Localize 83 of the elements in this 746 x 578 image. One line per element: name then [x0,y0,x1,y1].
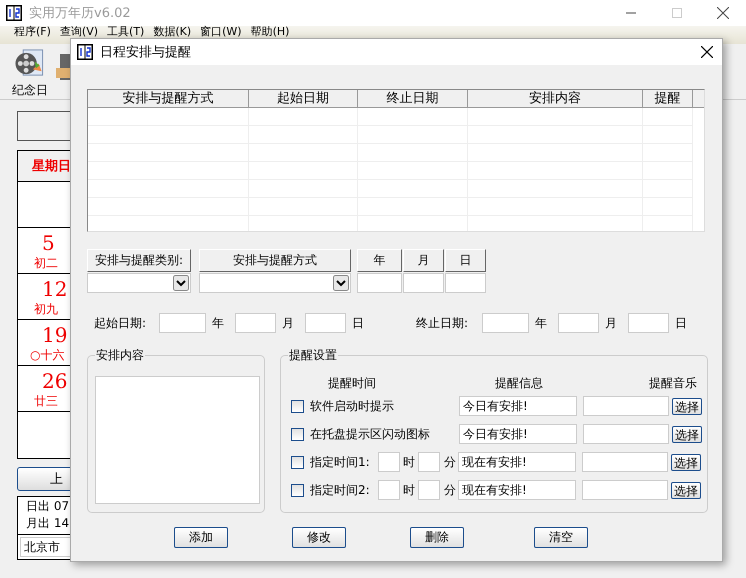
method-dropdown[interactable] [199,273,351,293]
date-field[interactable] [558,313,599,333]
date-field[interactable] [235,313,276,333]
music-field[interactable] [583,396,669,416]
column-header[interactable]: 终止日期 [358,90,468,108]
minute-field[interactable] [418,480,440,500]
hour-field[interactable] [378,480,400,500]
option-label: 在托盘提示区闪动图标 [310,426,431,442]
menu-item[interactable]: 程序(F) [14,26,51,44]
column-header[interactable]: 提醒 [643,90,693,108]
unit-label: 日 [675,314,687,332]
unit-label: 年 [212,314,224,332]
date-field[interactable] [445,273,486,293]
date-field[interactable] [482,313,529,333]
column-header: 提醒信息 [494,374,544,392]
close-icon [717,7,729,19]
minute-field[interactable] [418,452,440,472]
table-cell [643,108,693,126]
choose-button[interactable]: 选择 [672,426,702,442]
weekday-header: 星期日 [18,151,70,182]
unit-label: 月 [282,314,294,332]
hour-field[interactable] [378,452,400,472]
date-field[interactable] [403,273,444,293]
column-header: 提醒时间 [327,374,377,392]
option-label: 指定时间1: [310,454,371,470]
group-title: 提醒设置 [288,347,338,363]
date-label: 终止日期: [416,314,470,332]
maximize-icon [672,8,682,18]
music-field[interactable] [582,452,668,472]
content-field[interactable] [95,376,260,504]
method-button[interactable]: 安排与提醒方式 [199,249,351,272]
message-field[interactable]: 现在有安排! [458,452,576,472]
close-icon [701,46,713,58]
category-button[interactable]: 安排与提醒类别: [87,249,191,272]
app-icon [6,5,22,21]
column-header[interactable]: 起始日期 [249,90,358,108]
previous-year-button[interactable]: 上 [17,467,70,491]
checkbox[interactable] [291,484,304,496]
group-title: 安排内容 [95,347,145,363]
action-button[interactable]: 清空 [534,527,588,548]
checkbox[interactable] [291,456,304,468]
unit-label: 月 [605,314,617,332]
window-title: 实用万年历v6.02 [29,5,131,22]
choose-button[interactable]: 选择 [671,454,701,470]
music-field[interactable] [582,480,668,500]
checkbox[interactable] [291,400,304,412]
date-field[interactable] [159,313,206,333]
option-label: 软件启动时提示 [310,398,395,414]
date-label: 起始日期: [94,314,148,332]
date-header-button[interactable]: 年 [357,249,402,272]
date-header-button[interactable]: 日 [445,249,486,272]
date-field[interactable] [628,313,669,333]
choose-button[interactable]: 选择 [672,398,702,414]
unit-label: 日 [352,314,364,332]
unit-label: 时 [403,454,415,470]
dialog-title: 日程安排与提醒 [100,44,191,61]
message-field[interactable]: 今日有安排! [459,396,577,416]
book-icon[interactable] [56,52,70,82]
sun-moon-text: 月出 14 [26,515,70,532]
unit-label: 时 [403,482,415,498]
unit-label: 分 [444,454,456,470]
action-button[interactable]: 修改 [292,527,346,548]
column-header[interactable]: 安排与提醒方式 [88,90,249,108]
choose-button[interactable]: 选择 [671,482,701,498]
column-header: 提醒音乐 [648,374,698,392]
category-dropdown[interactable] [87,273,191,293]
message-field[interactable]: 今日有安排! [459,424,577,444]
date-field[interactable] [305,313,346,333]
music-field[interactable] [583,424,669,444]
action-button[interactable]: 添加 [174,527,228,548]
unit-label: 年 [535,314,547,332]
toolbar-button[interactable]: 纪念日 [8,48,52,99]
header-filler [693,90,704,108]
sun-moon-text: 日出 07 [26,498,70,515]
option-label: 指定时间2: [310,482,371,498]
column-header[interactable]: 安排内容 [468,90,643,108]
action-button[interactable]: 删除 [410,527,464,548]
unit-label: 分 [444,482,456,498]
date-header-button[interactable]: 月 [403,249,444,272]
date-field[interactable] [357,273,402,293]
checkbox[interactable] [291,428,304,440]
dialog-icon [77,44,93,60]
message-field[interactable]: 现在有安排! [458,480,576,500]
